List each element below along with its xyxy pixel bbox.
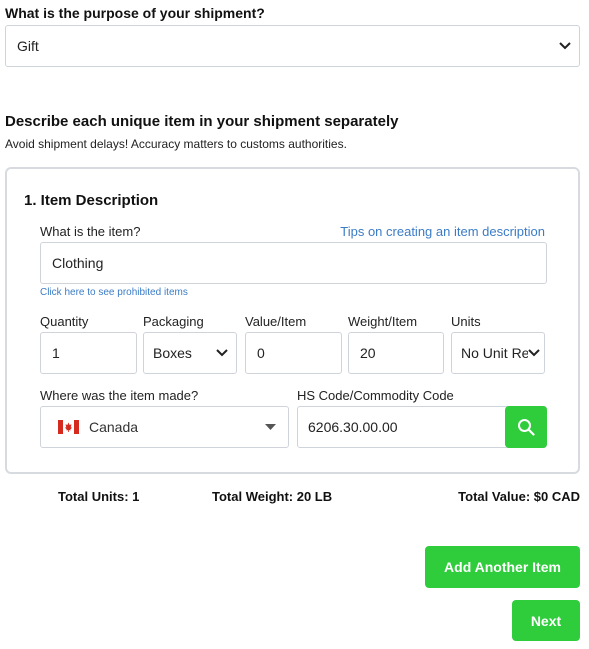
items-section-subtitle: Avoid shipment delays! Accuracy matters … <box>5 137 347 151</box>
total-value: Total Value: $0 CAD <box>458 489 580 504</box>
items-section-title: Describe each unique item in your shipme… <box>5 113 399 130</box>
next-button[interactable]: Next <box>512 600 580 641</box>
hs-search-button[interactable] <box>505 406 547 448</box>
add-another-item-button[interactable]: Add Another Item <box>425 546 580 588</box>
origin-label: Where was the item made? <box>40 388 199 403</box>
purpose-select[interactable]: Gift <box>5 25 580 67</box>
weight-input[interactable]: 20 <box>348 332 444 374</box>
packaging-label: Packaging <box>143 314 204 329</box>
value-label: Value/Item <box>245 314 307 329</box>
chevron-down-icon <box>559 42 571 50</box>
prohibited-items-link[interactable]: Click here to see prohibited items <box>40 287 188 298</box>
units-selected-value: No Unit Re <box>461 345 530 361</box>
units-label: Units <box>451 314 481 329</box>
total-weight: Total Weight: 20 LB <box>212 489 333 504</box>
packaging-select[interactable]: Boxes <box>143 332 237 374</box>
search-icon <box>518 419 535 436</box>
caret-down-icon <box>265 424 276 430</box>
quantity-label: Quantity <box>40 314 89 329</box>
origin-select[interactable]: Canada <box>40 406 289 448</box>
item-description-input[interactable]: Clothing <box>40 242 547 284</box>
canada-flag-icon <box>58 420 79 434</box>
hs-code-value: 6206.30.00.00 <box>308 419 398 435</box>
value-value: 0 <box>257 345 265 361</box>
origin-selected-value: Canada <box>89 419 139 435</box>
item-what-label: What is the item? <box>40 224 141 239</box>
units-select[interactable]: No Unit Re <box>451 332 545 374</box>
quantity-input[interactable]: 1 <box>40 332 137 374</box>
tips-link[interactable]: Tips on creating an item description <box>340 224 545 239</box>
purpose-selected-value: Gift <box>17 38 39 54</box>
hs-code-label: HS Code/Commodity Code <box>297 388 454 403</box>
value-input[interactable]: 0 <box>245 332 342 374</box>
chevron-down-icon <box>528 349 540 357</box>
total-units: Total Units: 1 <box>58 489 140 504</box>
item-heading: 1. Item Description <box>24 192 159 209</box>
weight-value: 20 <box>360 345 376 361</box>
packaging-selected-value: Boxes <box>153 345 192 361</box>
quantity-value: 1 <box>52 345 60 361</box>
item-description-value: Clothing <box>52 255 104 271</box>
purpose-label: What is the purpose of your shipment? <box>5 5 265 21</box>
weight-label: Weight/Item <box>348 314 418 329</box>
chevron-down-icon <box>216 349 228 357</box>
